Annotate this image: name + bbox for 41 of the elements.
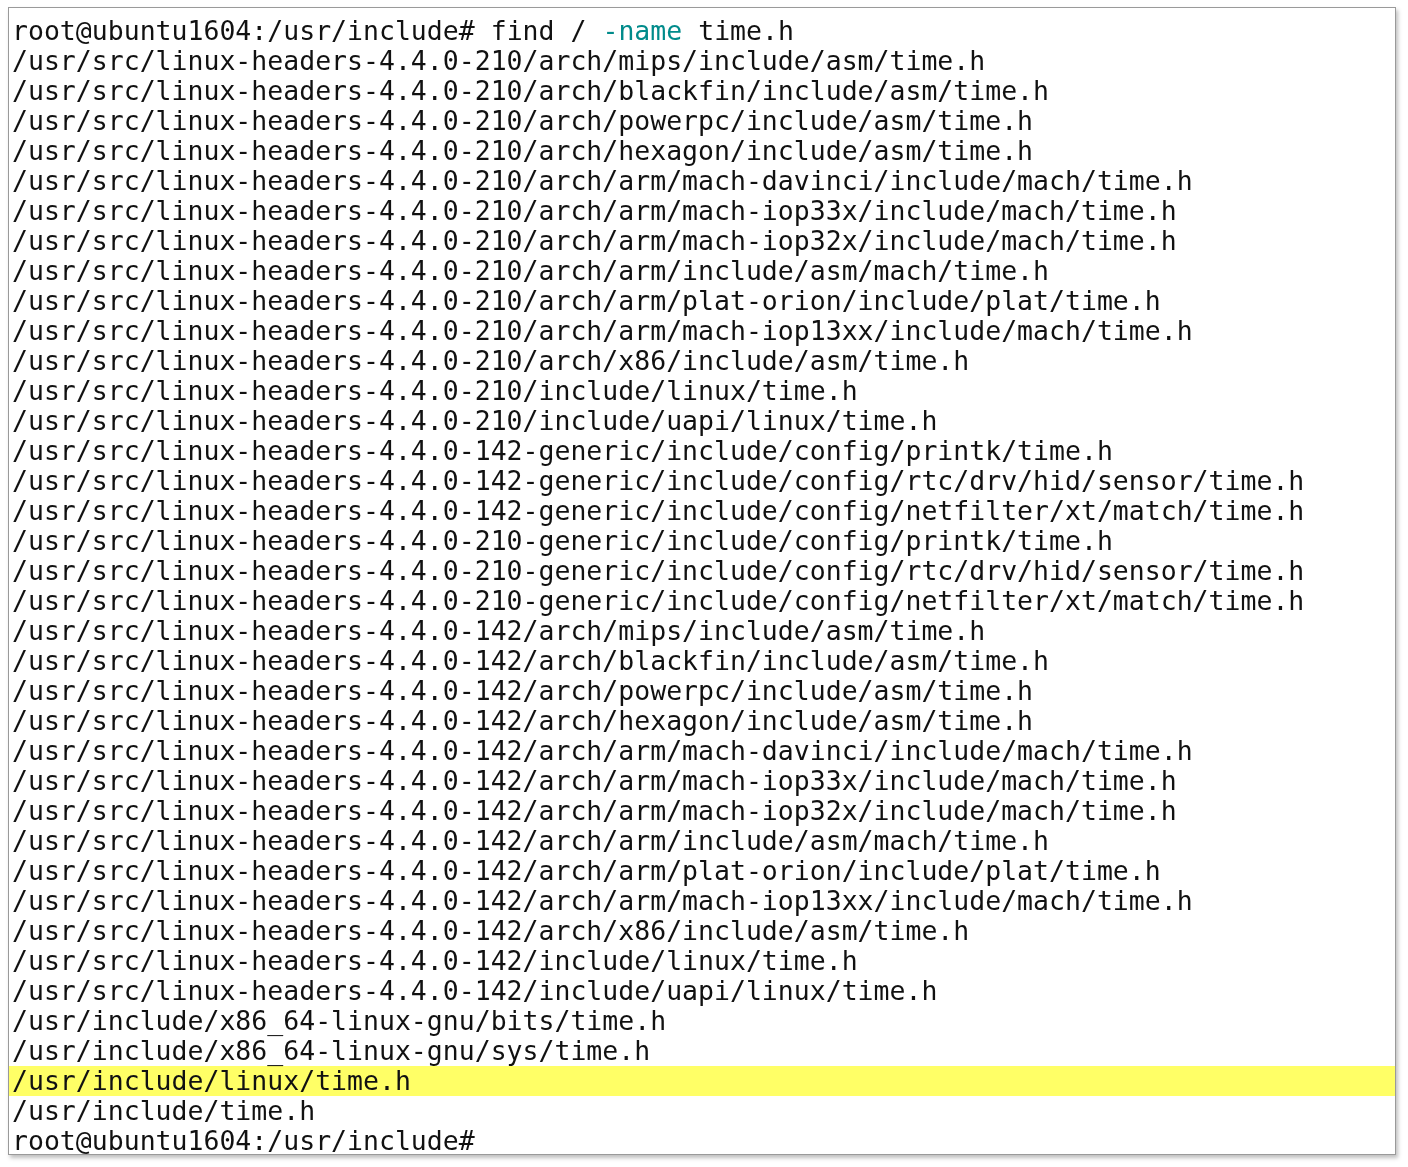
output-line: /usr/src/linux-headers-4.4.0-142/arch/arm/mach-iop33x/include/mach/time.h [12,766,1177,796]
output-line: /usr/src/linux-headers-4.4.0-210/arch/arm/mach-iop33x/include/mach/time.h [12,196,1177,226]
output-line: /usr/src/linux-headers-4.4.0-142/include/uapi/linux/time.h [12,976,938,1006]
output-line: /usr/src/linux-headers-4.4.0-142/arch/x86/include/asm/time.h [12,916,970,946]
output-line: /usr/src/linux-headers-4.4.0-142/arch/arm/mach-iop32x/include/mach/time.h [12,796,1177,826]
output-line: /usr/src/linux-headers-4.4.0-210/arch/arm/mach-iop32x/include/mach/time.h [12,226,1177,256]
output-line: /usr/src/linux-headers-4.4.0-142/arch/blackfin/include/asm/time.h [12,646,1050,676]
output-line: /usr/src/linux-headers-4.4.0-142/arch/arm/mach-iop13xx/include/mach/time.h [12,886,1193,916]
output-line: /usr/src/linux-headers-4.4.0-210/arch/powerpc/include/asm/time.h [12,106,1034,136]
output-line: /usr/src/linux-headers-4.4.0-142-generic/include/config/netfilter/xt/match/time.h [12,496,1305,526]
output-line: /usr/include/x86_64-linux-gnu/bits/time.h [12,1006,667,1036]
output-line: /usr/src/linux-headers-4.4.0-210/include/uapi/linux/time.h [12,406,938,436]
output-line: /usr/src/linux-headers-4.4.0-210-generic/include/config/rtc/drv/hid/sensor/time.h [12,556,1305,586]
command-argument: time.h [698,16,794,46]
output-line: /usr/include/x86_64-linux-gnu/sys/time.h [12,1036,651,1066]
output-line: /usr/src/linux-headers-4.4.0-142/arch/arm/include/asm/mach/time.h [12,826,1050,856]
output-line: /usr/src/linux-headers-4.4.0-210/arch/x86/include/asm/time.h [12,346,970,376]
output-line: /usr/src/linux-headers-4.4.0-210/arch/mips/include/asm/time.h [12,46,986,76]
output-line: /usr/src/linux-headers-4.4.0-142-generic/include/config/rtc/drv/hid/sensor/time.h [12,466,1305,496]
shell-prompt: root@ubuntu1604:/usr/include# [12,1126,475,1156]
output-line: /usr/include/linux/time.h [12,1066,411,1096]
output-line: /usr/src/linux-headers-4.4.0-142/arch/powerpc/include/asm/time.h [12,676,1034,706]
output-line: /usr/src/linux-headers-4.4.0-142/arch/hexagon/include/asm/time.h [12,706,1034,736]
output-line: /usr/src/linux-headers-4.4.0-210-generic/include/config/printk/time.h [12,526,1113,556]
command-text: find / [490,16,587,46]
output-line: /usr/include/time.h [12,1096,316,1126]
output-line: /usr/src/linux-headers-4.4.0-142/arch/arm/mach-davinci/include/mach/time.h [12,736,1193,766]
output-line: /usr/src/linux-headers-4.4.0-142/arch/mips/include/asm/time.h [12,616,986,646]
output-line: /usr/src/linux-headers-4.4.0-210-generic/include/config/netfilter/xt/match/time.h [12,586,1305,616]
output-line: /usr/src/linux-headers-4.4.0-210/arch/arm/mach-davinci/include/mach/time.h [12,166,1193,196]
output-line: /usr/src/linux-headers-4.4.0-210/include/linux/time.h [12,376,858,406]
output-line: /usr/src/linux-headers-4.4.0-210/arch/blackfin/include/asm/time.h [12,76,1050,106]
output-line: /usr/src/linux-headers-4.4.0-142-generic/include/config/printk/time.h [12,436,1113,466]
shell-prompt: root@ubuntu1604:/usr/include# [12,16,475,46]
output-line: /usr/src/linux-headers-4.4.0-142/arch/arm/plat-orion/include/plat/time.h [12,856,1161,886]
output-line: /usr/src/linux-headers-4.4.0-210/arch/hexagon/include/asm/time.h [12,136,1034,166]
output-line: /usr/src/linux-headers-4.4.0-210/arch/arm/mach-iop13xx/include/mach/time.h [12,316,1193,346]
output-line: /usr/src/linux-headers-4.4.0-210/arch/arm/include/asm/mach/time.h [12,256,1050,286]
output-line: /usr/src/linux-headers-4.4.0-210/arch/arm/plat-orion/include/plat/time.h [12,286,1161,316]
command-option: -name [602,16,683,46]
output-line: /usr/src/linux-headers-4.4.0-142/include/linux/time.h [12,946,858,976]
